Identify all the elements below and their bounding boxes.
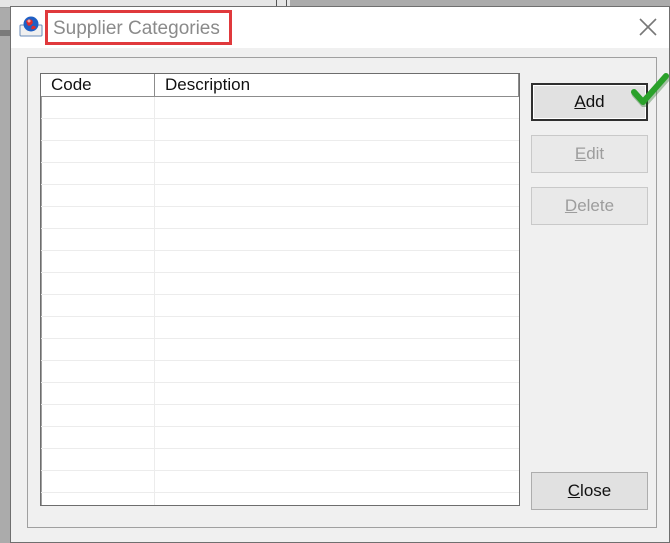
table-cell-code [41, 295, 155, 316]
edit-button[interactable]: Edit [531, 135, 648, 173]
table-row[interactable] [41, 449, 519, 471]
table-row[interactable] [41, 119, 519, 141]
table-cell-code [41, 207, 155, 228]
table-cell-code [41, 185, 155, 206]
delete-button[interactable]: Delete [531, 187, 648, 225]
table-row[interactable] [41, 229, 519, 251]
column-header-code[interactable]: Code [41, 74, 155, 96]
column-header-description[interactable]: Description [155, 74, 519, 96]
table-row[interactable] [41, 163, 519, 185]
table-row[interactable] [41, 185, 519, 207]
table-cell-code [41, 119, 155, 140]
title-bar[interactable]: Supplier Categories [11, 7, 669, 48]
table-row[interactable] [41, 339, 519, 361]
dialog-client-area: Code Description Add Edit Delete Close [27, 57, 669, 528]
list-body[interactable] [41, 97, 519, 505]
close-button[interactable]: Close [531, 472, 648, 510]
table-row[interactable] [41, 295, 519, 317]
table-cell-code [41, 427, 155, 448]
table-cell-code [41, 383, 155, 404]
table-cell-code [41, 141, 155, 162]
table-cell-code [41, 405, 155, 426]
table-row[interactable] [41, 207, 519, 229]
table-row[interactable] [41, 471, 519, 493]
table-cell-code [41, 251, 155, 272]
close-icon[interactable] [637, 16, 659, 38]
table-row[interactable] [41, 427, 519, 449]
table-cell-code [41, 339, 155, 360]
table-row[interactable] [41, 251, 519, 273]
list-header: Code Description [41, 74, 519, 97]
app-globe-icon [19, 16, 43, 37]
add-button-label: Add [574, 92, 605, 111]
add-button[interactable]: Add [531, 83, 648, 121]
table-row[interactable] [41, 383, 519, 405]
table-row[interactable] [41, 141, 519, 163]
table-row[interactable] [41, 317, 519, 339]
table-row[interactable] [41, 273, 519, 295]
window-title: Supplier Categories [53, 18, 220, 39]
table-cell-code [41, 273, 155, 294]
delete-button-label: Delete [564, 196, 615, 215]
table-cell-code [41, 317, 155, 338]
table-cell-code [41, 471, 155, 492]
table-cell-code [41, 229, 155, 250]
table-row[interactable] [41, 405, 519, 427]
table-cell-code [41, 361, 155, 382]
table-cell-code [41, 163, 155, 184]
categories-list[interactable]: Code Description [40, 73, 520, 506]
edit-button-label: Edit [574, 144, 605, 163]
table-cell-code [41, 97, 155, 118]
table-cell-code [41, 449, 155, 470]
supplier-categories-dialog: Supplier Categories Code Description Add… [10, 6, 670, 543]
table-row[interactable] [41, 361, 519, 383]
table-cell-code [41, 493, 155, 505]
table-row[interactable] [41, 493, 519, 505]
close-button-label: Close [567, 481, 612, 500]
table-row[interactable] [41, 97, 519, 119]
